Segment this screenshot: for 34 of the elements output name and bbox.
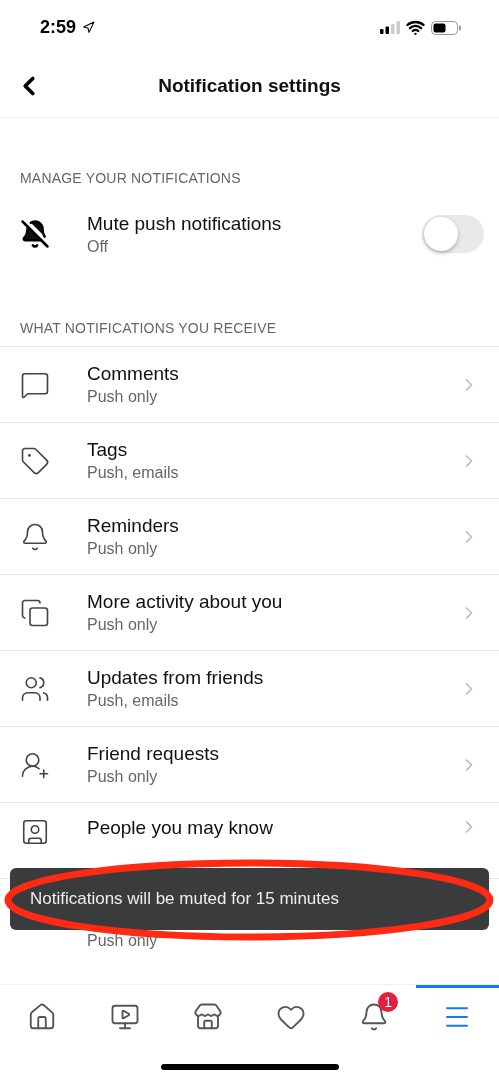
muted-bell-icon: [20, 219, 50, 249]
location-arrow-icon: [82, 21, 96, 34]
mute-toggle[interactable]: [422, 215, 484, 253]
row-title: Tags: [87, 439, 129, 461]
setting-value: Off: [87, 237, 110, 256]
row-subtitle: Push only: [87, 616, 159, 634]
section-header: WHAT NOTIFICATIONS YOU RECEIVE: [19, 320, 278, 338]
row-title: More activity about you: [87, 591, 284, 613]
battery-icon: [431, 20, 461, 35]
tab-button[interactable]: 1: [332, 985, 416, 1045]
page-title: Notification settings: [158, 75, 341, 97]
row-title: Reminders: [87, 515, 180, 537]
wifi-icon: [406, 18, 425, 37]
bell-icon: [20, 521, 50, 552]
layers-icon: [20, 597, 50, 628]
contact-card-icon: [20, 817, 50, 847]
section-header: MANAGE YOUR NOTIFICATIONS: [19, 170, 242, 188]
row-title: Friend requests: [87, 743, 220, 765]
store-icon: [192, 1001, 223, 1032]
status-time: 2:59: [40, 17, 77, 38]
notification-badge: 1: [378, 992, 399, 1012]
row-subtitle: Push, emails: [87, 692, 180, 710]
toast-message: Notifications will be muted for 15 minutes: [30, 889, 339, 909]
row-subtitle: Push, emails: [87, 464, 180, 482]
row-title: People you may know: [87, 817, 274, 839]
row-subtitle: Push only: [87, 540, 159, 558]
row-subtitle: Push only: [87, 932, 159, 950]
row-title: Comments: [87, 363, 180, 385]
tag-icon: [20, 445, 50, 476]
signal-icon: [380, 21, 400, 34]
setting-title: Mute push notifications: [87, 212, 283, 235]
row-subtitle: Push only: [87, 388, 159, 406]
row-title: Updates from friends: [87, 667, 265, 689]
row-subtitle: Push only: [87, 768, 159, 786]
